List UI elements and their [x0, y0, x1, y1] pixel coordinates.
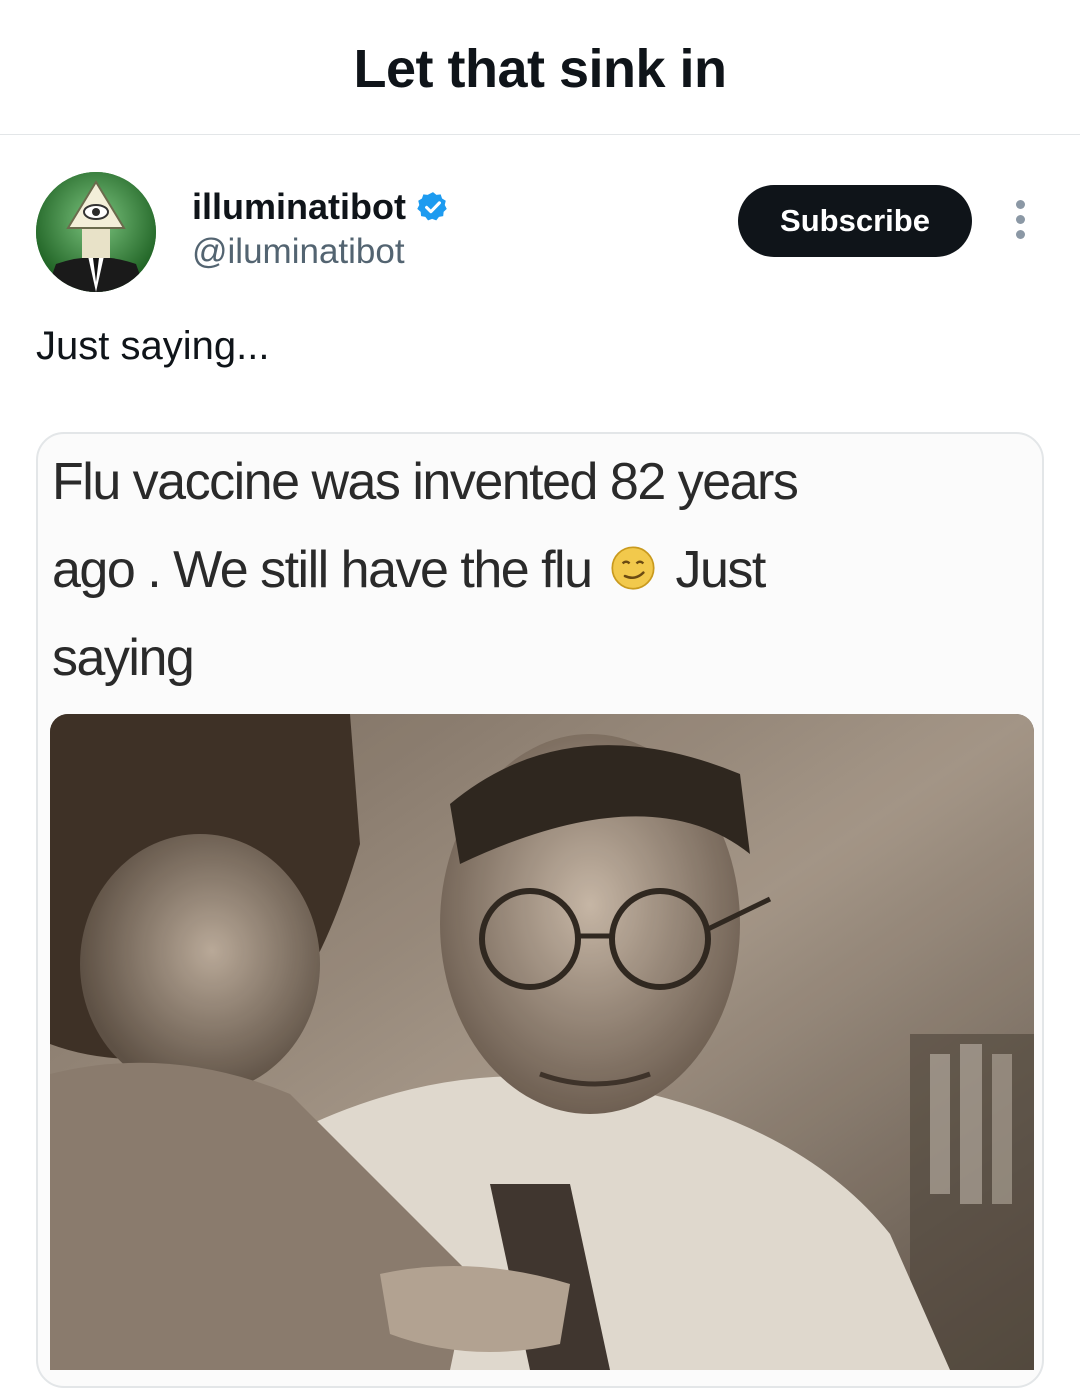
post-text: Just saying... [36, 324, 270, 368]
meme-line-2b: Just [675, 541, 766, 599]
smirk-emoji-icon [611, 546, 656, 590]
sepia-photo [50, 714, 1034, 1370]
illuminati-avatar-icon [36, 172, 156, 292]
meme-line-2a: ago . We still have the flu [52, 541, 593, 599]
meme-caption: Flu vaccine was invented 82 years ago . … [52, 438, 1012, 702]
more-options-icon[interactable] [1008, 200, 1032, 244]
author-name[interactable]: illuminatibot [192, 186, 406, 228]
subscribe-button[interactable]: Subscribe [738, 185, 972, 257]
top-bar: Let that sink in [0, 0, 1080, 135]
page-title: Let that sink in [353, 39, 727, 99]
post-media[interactable]: Flu vaccine was invented 82 years ago . … [36, 432, 1044, 1388]
author-handle[interactable]: @iluminatibot [192, 232, 405, 272]
avatar[interactable] [36, 172, 156, 292]
vaccination-photo-icon [50, 714, 1034, 1370]
meme-line-1: Flu vaccine was invented 82 years [52, 453, 799, 511]
verified-badge-icon [417, 192, 447, 221]
author-row: illuminatibot [192, 186, 450, 228]
meme-line-3: saying [52, 629, 195, 687]
